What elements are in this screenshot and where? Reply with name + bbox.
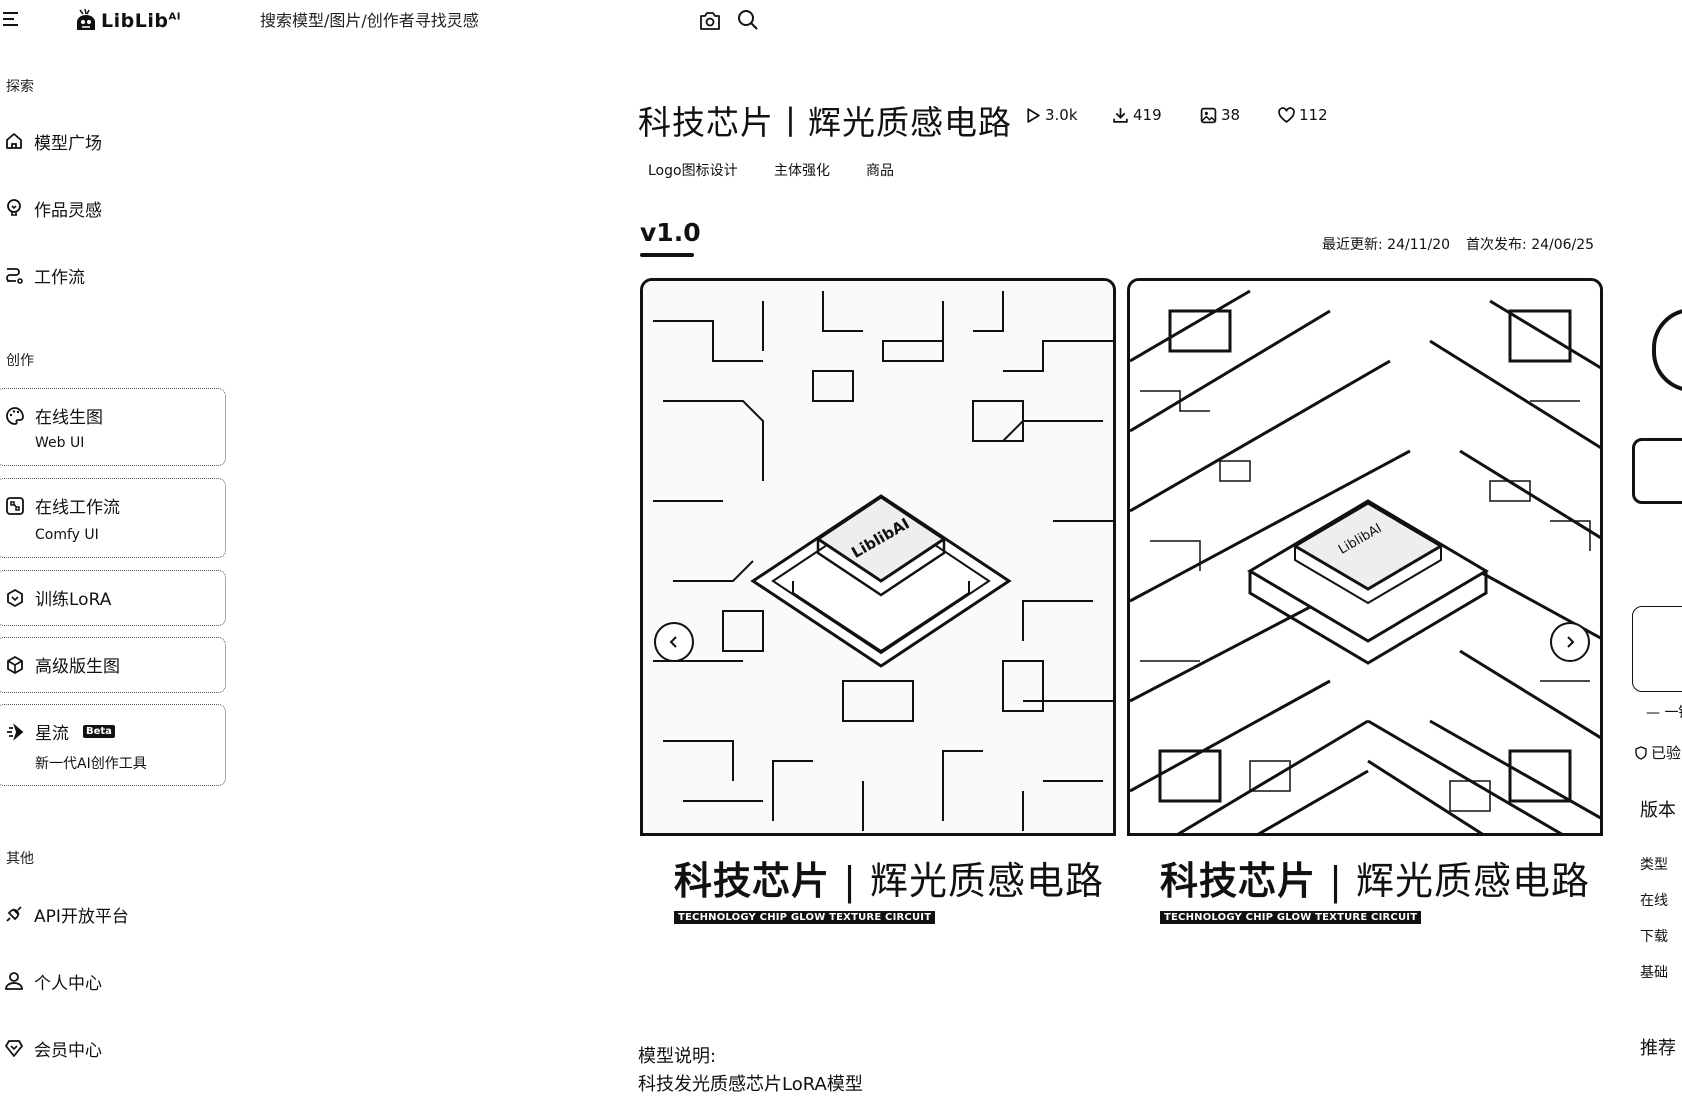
- image-search-button[interactable]: [698, 10, 722, 32]
- carousel-next-button[interactable]: [1550, 622, 1590, 662]
- tag-product[interactable]: 商品: [866, 160, 894, 180]
- tag-subject-enhance[interactable]: 主体强化: [774, 160, 830, 180]
- other-section-title: 其他: [6, 851, 34, 867]
- chevron-right-icon: [1567, 636, 1575, 648]
- version-tab[interactable]: v1.0: [640, 218, 701, 247]
- workflow-icon: [6, 268, 23, 284]
- download-icon: [1113, 107, 1128, 123]
- last-updated: 最近更新: 24/11/20: [1322, 237, 1451, 253]
- chevron-left-icon: [669, 636, 677, 648]
- logo-text: LibLibAI: [101, 10, 181, 32]
- palette-icon: [6, 406, 24, 425]
- home-icon: [6, 133, 22, 149]
- tag-logo-design[interactable]: Logo图标设计: [648, 160, 738, 180]
- search-button[interactable]: [736, 8, 760, 32]
- sidebar-item-label: 会员中心: [34, 1040, 102, 1061]
- diamond-icon: [5, 1040, 23, 1057]
- create-card-train-lora[interactable]: 训练LoRA: [0, 570, 226, 626]
- star-flow-icon: [7, 722, 24, 741]
- user-icon: [5, 972, 23, 990]
- card-label: 训练LoRA: [35, 590, 112, 610]
- sidebar-item-workflow[interactable]: 工作流: [4, 259, 85, 291]
- play-icon: [1027, 107, 1040, 123]
- card-label: 在线工作流: [35, 498, 120, 518]
- beta-badge: Beta: [83, 725, 115, 738]
- model-title: 科技芯片丨辉光质感电路: [638, 103, 1012, 142]
- create-card-star-flow[interactable]: 星流 Beta 新一代AI创作工具: [0, 704, 226, 786]
- create-card-advanced[interactable]: 高级版生图: [0, 637, 226, 693]
- info-online-label: 在线: [1640, 893, 1668, 909]
- sidebar-item-label: 作品灵感: [34, 200, 102, 221]
- logo-mascot-icon: [77, 8, 95, 30]
- stat-runs: 3.0k: [1024, 106, 1078, 124]
- box-icon: [7, 655, 23, 674]
- carousel-prev-button[interactable]: [654, 622, 694, 662]
- version-info-title: 版本: [1640, 800, 1676, 821]
- menu-button[interactable]: [2, 10, 22, 28]
- image-icon: [1200, 107, 1217, 123]
- caption-subtitle: TECHNOLOGY CHIP GLOW TEXTURE CIRCUIT: [674, 911, 936, 924]
- sidebar-item-model-square[interactable]: 模型广场: [4, 125, 102, 157]
- gallery-image-1[interactable]: LiblibAI: [640, 278, 1116, 836]
- sidebar-item-label: 工作流: [34, 267, 85, 288]
- version-tab-underline: [640, 253, 694, 257]
- card-sub-label: 新一代AI创作工具: [35, 756, 147, 772]
- create-card-comfy-ui[interactable]: 在线工作流 Comfy UI: [0, 478, 226, 558]
- menu-icon: [3, 12, 18, 26]
- recommend-title: 推荐: [1640, 1038, 1676, 1059]
- gallery-caption-1: 科技芯片 | 辉光质感电路 TECHNOLOGY CHIP GLOW TEXTU…: [674, 859, 1104, 924]
- sidebar-item-label: API开放平台: [34, 906, 129, 927]
- card-label: 高级版生图: [35, 657, 120, 677]
- card-label: 在线生图: [35, 408, 103, 428]
- stat-downloads: 419: [1112, 106, 1162, 124]
- sidebar-item-label: 模型广场: [34, 133, 102, 154]
- sidebar-item-inspiration[interactable]: 作品灵感: [4, 192, 102, 224]
- stat-images: 38: [1200, 106, 1240, 124]
- sidebar-item-api[interactable]: API开放平台: [4, 898, 129, 930]
- logo[interactable]: LibLibAI: [74, 8, 181, 34]
- info-base-label: 基础: [1640, 965, 1668, 981]
- download-button[interactable]: [1632, 606, 1682, 692]
- info-type-label: 类型: [1640, 857, 1668, 873]
- one-click-label[interactable]: — 一键: [1646, 702, 1682, 722]
- camera-icon: [700, 12, 720, 30]
- chip-illustration-1: LiblibAI: [643, 281, 1113, 833]
- create-card-web-ui[interactable]: 在线生图 Web UI: [0, 388, 226, 466]
- sidebar-item-membership[interactable]: 会员中心: [4, 1032, 102, 1064]
- search-input[interactable]: [260, 8, 680, 32]
- card-sub-label: Comfy UI: [35, 527, 99, 543]
- sidebar-item-profile[interactable]: 个人中心: [4, 965, 102, 997]
- card-label: 星流: [35, 724, 69, 744]
- lightbulb-icon: [7, 199, 21, 216]
- explore-section-title: 探索: [6, 79, 34, 95]
- model-description-text: 科技发光质感芯片LoRA模型: [638, 1074, 863, 1095]
- create-section-title: 创作: [6, 353, 34, 369]
- run-online-button[interactable]: [1632, 438, 1682, 504]
- cube-icon: [7, 588, 23, 607]
- sidebar-item-label: 个人中心: [34, 973, 102, 994]
- model-description-title: 模型说明:: [638, 1046, 717, 1067]
- search-icon: [738, 10, 758, 30]
- comfy-icon: [6, 496, 24, 515]
- api-icon: [6, 906, 22, 922]
- info-downloads-label: 下载: [1640, 929, 1668, 945]
- gallery-image-2[interactable]: LiblibAI: [1127, 278, 1603, 836]
- card-sub-label: Web UI: [35, 435, 85, 451]
- creator-avatar[interactable]: [1652, 308, 1682, 392]
- heart-icon: [1278, 106, 1295, 123]
- chip-illustration-2: LiblibAI: [1130, 281, 1600, 833]
- first-published: 首次发布: 24/06/25: [1466, 237, 1595, 253]
- model-dates: 最近更新: 24/11/20 首次发布: 24/06/25: [1322, 234, 1594, 254]
- shield-icon: [1635, 745, 1647, 760]
- gallery-caption-2: 科技芯片 | 辉光质感电路 TECHNOLOGY CHIP GLOW TEXTU…: [1160, 859, 1590, 924]
- stat-likes[interactable]: 112: [1278, 106, 1328, 124]
- caption-subtitle: TECHNOLOGY CHIP GLOW TEXTURE CIRCUIT: [1160, 911, 1422, 924]
- verified-label: 已验: [1634, 742, 1681, 763]
